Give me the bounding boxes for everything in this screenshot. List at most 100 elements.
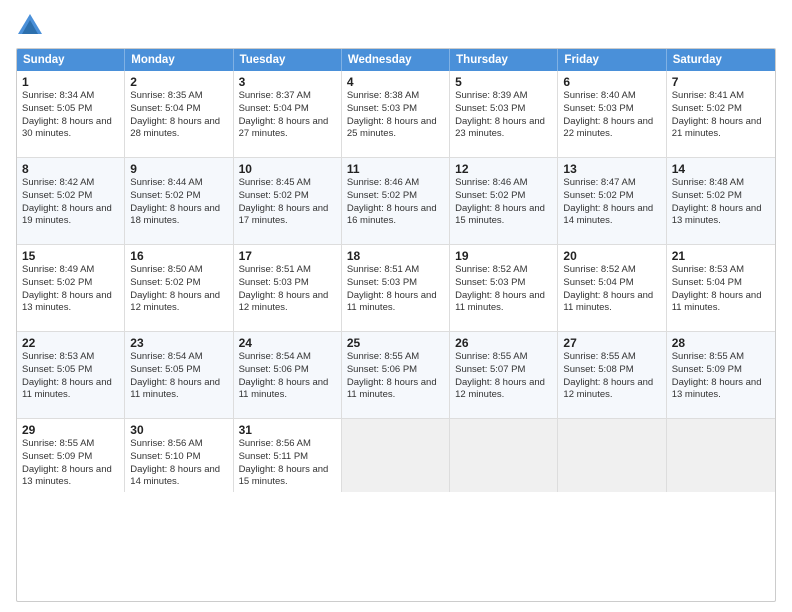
header-day-wednesday: Wednesday (342, 49, 450, 71)
calendar-cell: 23Sunrise: 8:54 AMSunset: 5:05 PMDayligh… (125, 332, 233, 418)
calendar-cell: 1Sunrise: 8:34 AMSunset: 5:05 PMDaylight… (17, 71, 125, 157)
calendar-week-2: 8Sunrise: 8:42 AMSunset: 5:02 PMDaylight… (17, 158, 775, 245)
day-number: 19 (455, 249, 552, 263)
day-info: Sunrise: 8:35 AMSunset: 5:04 PMDaylight:… (130, 90, 227, 141)
calendar-cell: 18Sunrise: 8:51 AMSunset: 5:03 PMDayligh… (342, 245, 450, 331)
calendar-cell: 12Sunrise: 8:46 AMSunset: 5:02 PMDayligh… (450, 158, 558, 244)
day-number: 17 (239, 249, 336, 263)
calendar-body: 1Sunrise: 8:34 AMSunset: 5:05 PMDaylight… (17, 71, 775, 492)
day-number: 11 (347, 162, 444, 176)
day-number: 22 (22, 336, 119, 350)
calendar-cell: 3Sunrise: 8:37 AMSunset: 5:04 PMDaylight… (234, 71, 342, 157)
calendar-week-3: 15Sunrise: 8:49 AMSunset: 5:02 PMDayligh… (17, 245, 775, 332)
calendar-cell: 9Sunrise: 8:44 AMSunset: 5:02 PMDaylight… (125, 158, 233, 244)
header-day-monday: Monday (125, 49, 233, 71)
day-info: Sunrise: 8:38 AMSunset: 5:03 PMDaylight:… (347, 90, 444, 141)
calendar-cell (558, 419, 666, 492)
day-info: Sunrise: 8:54 AMSunset: 5:05 PMDaylight:… (130, 351, 227, 402)
day-info: Sunrise: 8:55 AMSunset: 5:09 PMDaylight:… (672, 351, 770, 402)
day-number: 12 (455, 162, 552, 176)
day-number: 23 (130, 336, 227, 350)
day-info: Sunrise: 8:52 AMSunset: 5:04 PMDaylight:… (563, 264, 660, 315)
calendar-cell: 8Sunrise: 8:42 AMSunset: 5:02 PMDaylight… (17, 158, 125, 244)
calendar-cell: 24Sunrise: 8:54 AMSunset: 5:06 PMDayligh… (234, 332, 342, 418)
calendar-cell: 13Sunrise: 8:47 AMSunset: 5:02 PMDayligh… (558, 158, 666, 244)
day-number: 6 (563, 75, 660, 89)
calendar-cell: 29Sunrise: 8:55 AMSunset: 5:09 PMDayligh… (17, 419, 125, 492)
day-info: Sunrise: 8:48 AMSunset: 5:02 PMDaylight:… (672, 177, 770, 228)
day-info: Sunrise: 8:46 AMSunset: 5:02 PMDaylight:… (455, 177, 552, 228)
day-info: Sunrise: 8:56 AMSunset: 5:10 PMDaylight:… (130, 438, 227, 489)
calendar-cell: 14Sunrise: 8:48 AMSunset: 5:02 PMDayligh… (667, 158, 775, 244)
header-day-saturday: Saturday (667, 49, 775, 71)
day-number: 7 (672, 75, 770, 89)
calendar-cell: 26Sunrise: 8:55 AMSunset: 5:07 PMDayligh… (450, 332, 558, 418)
calendar-cell: 2Sunrise: 8:35 AMSunset: 5:04 PMDaylight… (125, 71, 233, 157)
day-info: Sunrise: 8:53 AMSunset: 5:05 PMDaylight:… (22, 351, 119, 402)
day-number: 20 (563, 249, 660, 263)
calendar-week-5: 29Sunrise: 8:55 AMSunset: 5:09 PMDayligh… (17, 419, 775, 492)
day-info: Sunrise: 8:39 AMSunset: 5:03 PMDaylight:… (455, 90, 552, 141)
day-number: 8 (22, 162, 119, 176)
day-number: 25 (347, 336, 444, 350)
day-info: Sunrise: 8:55 AMSunset: 5:06 PMDaylight:… (347, 351, 444, 402)
day-number: 30 (130, 423, 227, 437)
calendar-cell: 22Sunrise: 8:53 AMSunset: 5:05 PMDayligh… (17, 332, 125, 418)
day-info: Sunrise: 8:55 AMSunset: 5:08 PMDaylight:… (563, 351, 660, 402)
day-info: Sunrise: 8:37 AMSunset: 5:04 PMDaylight:… (239, 90, 336, 141)
day-number: 16 (130, 249, 227, 263)
calendar-cell: 6Sunrise: 8:40 AMSunset: 5:03 PMDaylight… (558, 71, 666, 157)
day-info: Sunrise: 8:52 AMSunset: 5:03 PMDaylight:… (455, 264, 552, 315)
day-info: Sunrise: 8:55 AMSunset: 5:09 PMDaylight:… (22, 438, 119, 489)
day-info: Sunrise: 8:55 AMSunset: 5:07 PMDaylight:… (455, 351, 552, 402)
day-number: 1 (22, 75, 119, 89)
day-info: Sunrise: 8:34 AMSunset: 5:05 PMDaylight:… (22, 90, 119, 141)
calendar-cell (342, 419, 450, 492)
calendar-cell: 4Sunrise: 8:38 AMSunset: 5:03 PMDaylight… (342, 71, 450, 157)
calendar-cell: 20Sunrise: 8:52 AMSunset: 5:04 PMDayligh… (558, 245, 666, 331)
calendar-cell (450, 419, 558, 492)
header-day-sunday: Sunday (17, 49, 125, 71)
calendar-cell: 10Sunrise: 8:45 AMSunset: 5:02 PMDayligh… (234, 158, 342, 244)
day-number: 10 (239, 162, 336, 176)
day-info: Sunrise: 8:46 AMSunset: 5:02 PMDaylight:… (347, 177, 444, 228)
calendar-cell: 11Sunrise: 8:46 AMSunset: 5:02 PMDayligh… (342, 158, 450, 244)
day-info: Sunrise: 8:50 AMSunset: 5:02 PMDaylight:… (130, 264, 227, 315)
day-number: 15 (22, 249, 119, 263)
day-number: 24 (239, 336, 336, 350)
logo-icon (16, 12, 44, 40)
day-number: 5 (455, 75, 552, 89)
day-number: 31 (239, 423, 336, 437)
calendar-week-4: 22Sunrise: 8:53 AMSunset: 5:05 PMDayligh… (17, 332, 775, 419)
logo (16, 12, 48, 40)
day-number: 3 (239, 75, 336, 89)
day-info: Sunrise: 8:44 AMSunset: 5:02 PMDaylight:… (130, 177, 227, 228)
calendar-cell: 5Sunrise: 8:39 AMSunset: 5:03 PMDaylight… (450, 71, 558, 157)
page-header (16, 12, 776, 40)
day-number: 13 (563, 162, 660, 176)
calendar-cell (667, 419, 775, 492)
day-number: 14 (672, 162, 770, 176)
day-info: Sunrise: 8:45 AMSunset: 5:02 PMDaylight:… (239, 177, 336, 228)
calendar-cell: 27Sunrise: 8:55 AMSunset: 5:08 PMDayligh… (558, 332, 666, 418)
calendar-cell: 28Sunrise: 8:55 AMSunset: 5:09 PMDayligh… (667, 332, 775, 418)
calendar-cell: 16Sunrise: 8:50 AMSunset: 5:02 PMDayligh… (125, 245, 233, 331)
calendar: SundayMondayTuesdayWednesdayThursdayFrid… (16, 48, 776, 602)
day-number: 29 (22, 423, 119, 437)
day-number: 18 (347, 249, 444, 263)
day-number: 9 (130, 162, 227, 176)
calendar-page: SundayMondayTuesdayWednesdayThursdayFrid… (0, 0, 792, 612)
header-day-friday: Friday (558, 49, 666, 71)
calendar-cell: 25Sunrise: 8:55 AMSunset: 5:06 PMDayligh… (342, 332, 450, 418)
header-day-thursday: Thursday (450, 49, 558, 71)
calendar-cell: 21Sunrise: 8:53 AMSunset: 5:04 PMDayligh… (667, 245, 775, 331)
day-number: 21 (672, 249, 770, 263)
day-number: 2 (130, 75, 227, 89)
calendar-cell: 19Sunrise: 8:52 AMSunset: 5:03 PMDayligh… (450, 245, 558, 331)
day-info: Sunrise: 8:41 AMSunset: 5:02 PMDaylight:… (672, 90, 770, 141)
day-info: Sunrise: 8:42 AMSunset: 5:02 PMDaylight:… (22, 177, 119, 228)
day-info: Sunrise: 8:56 AMSunset: 5:11 PMDaylight:… (239, 438, 336, 489)
calendar-cell: 31Sunrise: 8:56 AMSunset: 5:11 PMDayligh… (234, 419, 342, 492)
day-info: Sunrise: 8:51 AMSunset: 5:03 PMDaylight:… (239, 264, 336, 315)
day-info: Sunrise: 8:47 AMSunset: 5:02 PMDaylight:… (563, 177, 660, 228)
